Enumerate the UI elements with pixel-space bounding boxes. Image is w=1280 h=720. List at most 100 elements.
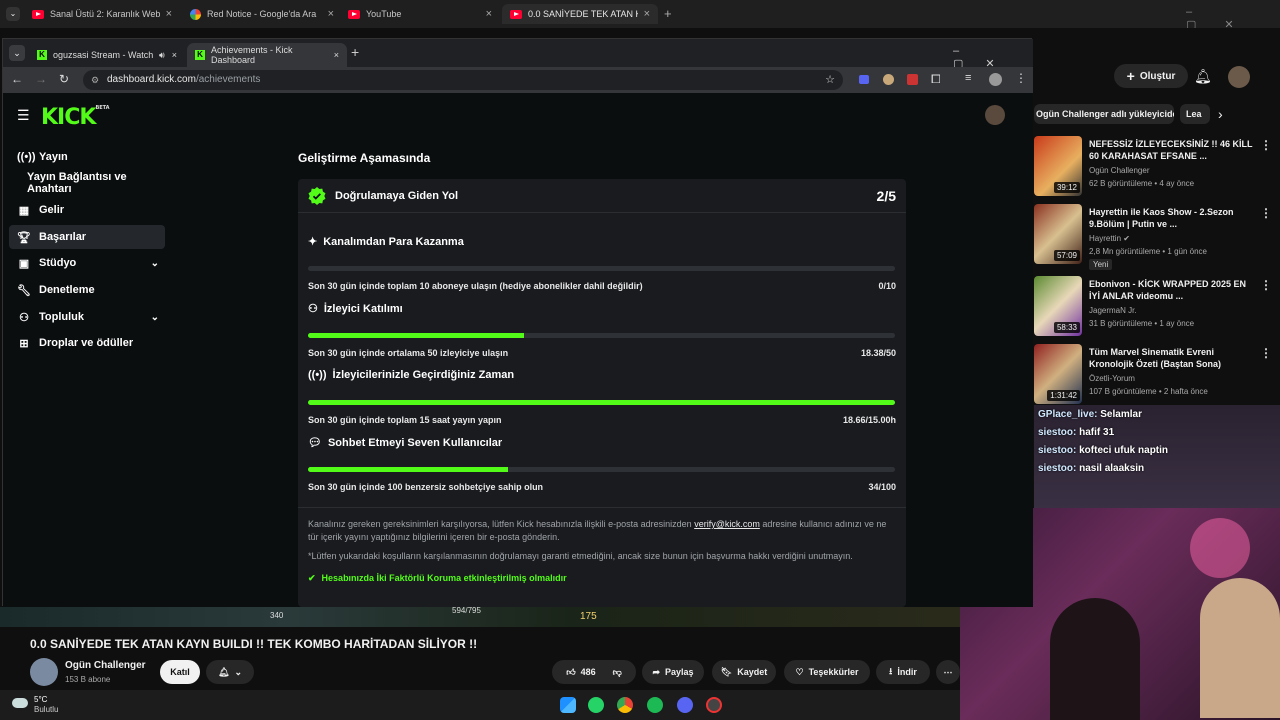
video-title[interactable]: Hayrettin ile Kaos Show - 2.Sezon 9.Bölü… [1089, 206, 1259, 230]
site-info-icon[interactable]: ⚙︎ [91, 70, 99, 90]
related-video[interactable]: 39:12 NEFESSİZ İZLEYECEKSİNİZ !! 46 KİLL… [1034, 136, 1280, 198]
nav-item-stream-key[interactable]: Yayın Bağlantısı ve Anahtarı [9, 171, 165, 195]
puzzle-icon[interactable]: ⧠ [931, 72, 941, 87]
game-footage: 340 594/795 175 [0, 606, 960, 627]
chevron-right-icon[interactable]: › [1218, 106, 1223, 122]
video-thumbnail[interactable]: 39:12 [1034, 136, 1082, 196]
outer-tab-1[interactable]: Red Notice - Google'da Ara × [182, 4, 342, 24]
whatsapp-icon[interactable] [588, 697, 604, 713]
tab-label: Sanal Üstü 2: Karanlık Web | Fil [50, 9, 160, 19]
hud-cs: 340 [270, 611, 284, 620]
nav-item-basarilar[interactable]: 🏆︎ Başarılar [9, 225, 165, 249]
spotify-icon[interactable] [647, 697, 663, 713]
close-icon[interactable]: × [334, 50, 339, 60]
chevron-down-icon[interactable]: ⌄ [151, 258, 159, 269]
extension-icon[interactable] [883, 74, 894, 85]
notification-bell-button[interactable]: 🔔︎ ⌄ [206, 660, 254, 684]
create-label: Oluştur [1139, 70, 1176, 82]
tab-label: Achievements - Kick Dashboard [211, 45, 293, 65]
chip-other[interactable]: Lea [1180, 104, 1210, 124]
save-button[interactable]: 🔖︎ Kaydet [712, 660, 776, 684]
thanks-button[interactable]: ♡ Teşekkürler [784, 660, 870, 684]
more-vert-icon[interactable]: ⋮ [1260, 138, 1272, 152]
chat-message: siestoo: hafif 31 [1038, 427, 1115, 438]
video-thumbnail[interactable]: 58:33 [1034, 276, 1082, 336]
new-tab-icon[interactable]: + [664, 6, 672, 21]
chrome-icon[interactable] [617, 697, 633, 713]
channel-name[interactable]: Özetli-Yorum [1089, 374, 1135, 383]
channel-name[interactable]: Ogün Challenger [65, 660, 146, 671]
discord-extension-icon[interactable] [859, 75, 869, 84]
nav-item-studyo[interactable]: ▣ Stüdyo ⌄ [9, 251, 165, 275]
channel-avatar[interactable] [30, 658, 58, 686]
new-tab-icon[interactable]: + [351, 44, 359, 60]
video-thumbnail[interactable]: 57:09 [1034, 204, 1082, 264]
share-button[interactable]: ➦ Paylaş [642, 660, 704, 684]
close-icon[interactable]: × [328, 8, 334, 20]
channel-name[interactable]: JagermaN Jr. [1089, 306, 1137, 315]
nav-item-topluluk[interactable]: ⚇ Topluluk ⌄ [9, 305, 165, 329]
bookmark-star-icon[interactable]: ☆ [825, 70, 835, 90]
video-title[interactable]: NEFESSİZ İZLEYECEKSİNİZ !! 46 KİLL 60 KA… [1089, 138, 1259, 162]
more-vert-icon[interactable]: ⋮ [1260, 346, 1272, 360]
more-actions-button[interactable]: ⋯ [936, 660, 960, 684]
more-vert-icon[interactable]: ⋮ [1260, 278, 1272, 292]
nav-item-droplar[interactable]: ⊞ Droplar ve ödüller [9, 331, 165, 355]
user-avatar[interactable] [985, 105, 1005, 125]
progress-bar [308, 266, 895, 271]
video-title[interactable]: Tüm Marvel Sinematik Evreni Kronolojik Ö… [1089, 346, 1259, 370]
kick-logo[interactable]: KICKBETA [41, 105, 110, 130]
close-icon[interactable]: × [486, 8, 492, 20]
email-link[interactable]: verify@kick.com [694, 519, 760, 529]
download-button[interactable]: ⭳ İndir [876, 660, 930, 684]
related-video[interactable]: 1:31:42 Tüm Marvel Sinematik Evreni Kron… [1034, 344, 1280, 406]
chat-message: GPlace_live: Selamlar [1038, 409, 1142, 420]
like-button[interactable]: 👍︎ [566, 667, 575, 678]
url-field[interactable]: ⚙︎ dashboard.kick.com/achievements ☆ [83, 70, 843, 90]
profile-avatar[interactable] [989, 73, 1002, 86]
app-icon[interactable] [706, 697, 722, 713]
menu-icon[interactable]: ⋮ [1015, 71, 1027, 85]
channel-name[interactable]: Ogün Challenger [1089, 166, 1149, 175]
chip-uploader[interactable]: Ogün Challenger adlı yükleyiciden [1034, 104, 1174, 124]
close-icon[interactable]: × [172, 50, 177, 60]
tab-search-button[interactable]: ⌄ [6, 7, 20, 21]
chevron-down-icon[interactable]: ⌄ [151, 312, 159, 323]
channel-name[interactable]: Hayrettin ✔︎ [1089, 234, 1130, 243]
forward-icon[interactable]: → [35, 72, 47, 86]
inner-tab-1[interactable]: K Achievements - Kick Dashboard × [187, 43, 347, 67]
inner-tab-0[interactable]: K oguzsasi Stream - Watch Li 🔊︎ × [29, 43, 185, 67]
weather-desc: Bulutlu [34, 705, 59, 714]
video-thumbnail[interactable]: 1:31:42 [1034, 344, 1082, 404]
kick-favicon-icon: K [195, 50, 205, 60]
reload-icon[interactable]: ↻ [59, 72, 69, 86]
notifications-bell-icon[interactable]: 🔔︎ [1194, 68, 1212, 85]
extension-icon[interactable] [907, 74, 918, 85]
back-icon[interactable]: ← [11, 72, 23, 86]
more-vert-icon[interactable]: ⋮ [1260, 206, 1272, 220]
twofa-requirement: ✔ Hesabınızda İki Faktörlü Koruma etkinle… [308, 573, 567, 583]
start-icon[interactable] [560, 697, 576, 713]
close-icon[interactable]: × [644, 8, 650, 20]
create-button[interactable]: + Oluştur [1114, 64, 1188, 88]
tab-search-button[interactable]: ⌄ [9, 45, 25, 61]
video-title[interactable]: Ebonivon - KİCK WRAPPED 2025 EN İYİ ANLA… [1089, 278, 1259, 302]
related-video[interactable]: 58:33 Ebonivon - KİCK WRAPPED 2025 EN İY… [1034, 276, 1280, 338]
outer-tab-3[interactable]: 0.0 SANİYEDE TEK ATAN KAYN × [502, 4, 658, 24]
nav-item-yayin[interactable]: ((•)) Yayın [9, 145, 165, 169]
nav-item-gelir[interactable]: ▦ Gelir [9, 198, 165, 222]
related-video[interactable]: 57:09 Hayrettin ile Kaos Show - 2.Sezon … [1034, 204, 1280, 270]
outer-tab-2[interactable]: YouTube × [340, 4, 500, 24]
speaker-icon[interactable]: 🔊︎ [159, 50, 165, 61]
outer-tab-0[interactable]: Sanal Üstü 2: Karanlık Web | Fil × [24, 4, 180, 24]
dislike-button[interactable]: 👎︎ [613, 667, 622, 678]
hamburger-menu-icon[interactable]: ☰ [17, 107, 30, 124]
media-icon[interactable]: ≡ [965, 72, 971, 84]
nav-item-denetleme[interactable]: 🔧︎ Denetleme [9, 278, 165, 302]
close-icon[interactable]: × [166, 8, 172, 20]
card-progress: 2/5 [876, 188, 896, 204]
discord-icon[interactable] [677, 697, 693, 713]
progress-bar [308, 467, 895, 472]
join-button[interactable]: Katıl [160, 660, 200, 684]
account-avatar[interactable] [1228, 66, 1250, 88]
